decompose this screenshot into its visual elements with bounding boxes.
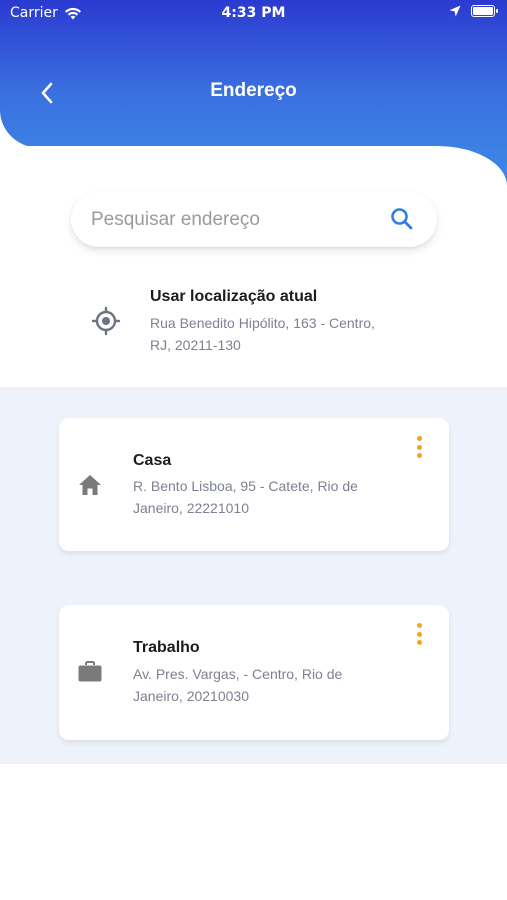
search-bar[interactable] bbox=[71, 192, 437, 247]
home-icon bbox=[79, 475, 101, 495]
address-text: R. Bento Lisboa, 95 - Catete, Rio de Jan… bbox=[133, 478, 358, 516]
address-card-casa[interactable]: Casa R. Bento Lisboa, 95 - Catete, Rio d… bbox=[59, 418, 449, 551]
address-name: Casa bbox=[133, 452, 172, 469]
status-time: 4:33 PM bbox=[221, 5, 286, 21]
page-title: Endereço bbox=[210, 80, 297, 101]
address-card-trabalho[interactable]: Trabalho Av. Pres. Vargas, - Centro, Rio… bbox=[59, 605, 449, 740]
use-current-location[interactable]: Usar localização atual Rua Benedito Hipó… bbox=[0, 280, 507, 380]
briefcase-icon bbox=[78, 661, 102, 682]
current-location-title: Usar localização atual bbox=[150, 288, 318, 305]
battery-icon bbox=[471, 5, 498, 17]
address-text: Av. Pres. Vargas, - Centro, Rio de Janei… bbox=[133, 666, 343, 704]
more-options-icon[interactable] bbox=[411, 621, 427, 647]
status-bar: Carrier 4:33 PM bbox=[0, 0, 507, 28]
location-arrow-icon bbox=[449, 5, 461, 17]
search-input[interactable] bbox=[91, 208, 361, 231]
status-right bbox=[449, 5, 498, 17]
more-options-icon[interactable] bbox=[411, 434, 427, 460]
gps-target-icon bbox=[91, 306, 121, 336]
current-location-address: Rua Benedito Hipólito, 163 - Centro, RJ,… bbox=[150, 315, 375, 353]
address-name: Trabalho bbox=[133, 639, 200, 656]
search-icon[interactable] bbox=[389, 206, 415, 232]
